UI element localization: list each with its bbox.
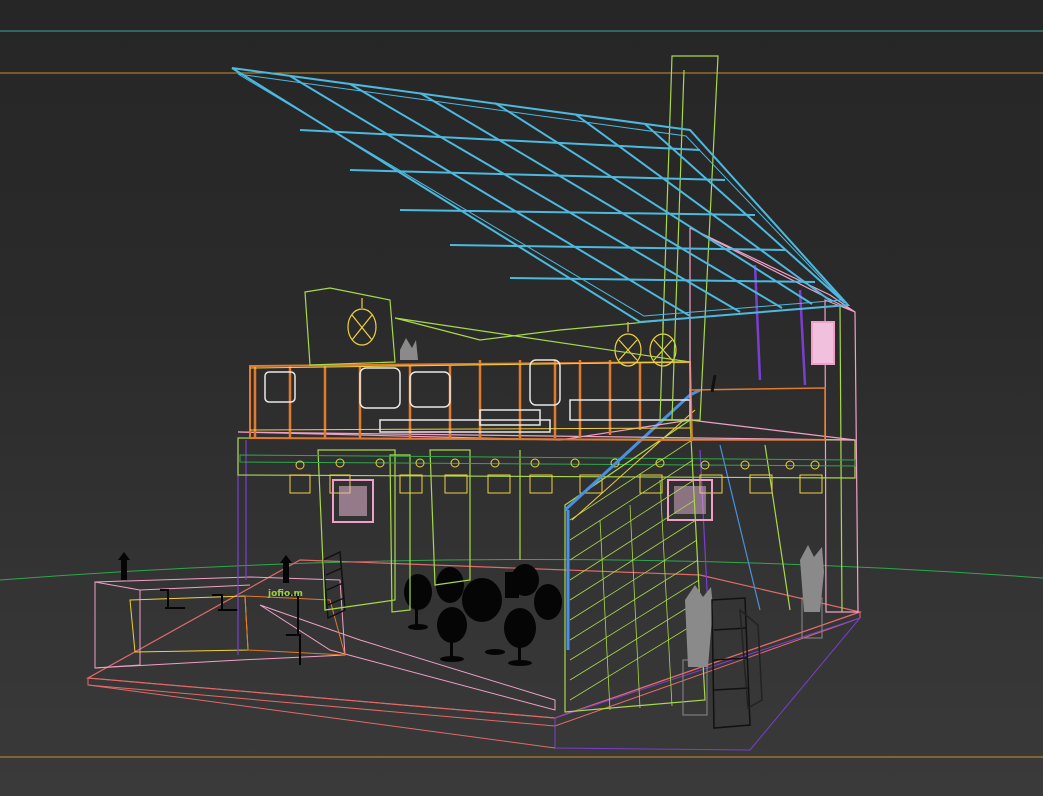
upper-sofas xyxy=(264,359,691,433)
magazine-rack-right xyxy=(711,597,763,729)
bar-stools xyxy=(160,589,301,665)
lower-ceiling-beam xyxy=(237,437,856,494)
lounge-chairs xyxy=(404,564,562,666)
pendant-lamps xyxy=(347,298,677,367)
3d-viewport[interactable]: jofio.m xyxy=(0,0,1043,796)
reception-counter xyxy=(94,576,346,669)
booth-logo-text: jofio.m xyxy=(268,589,303,599)
booth-wireframe-scene[interactable] xyxy=(0,0,1043,796)
upper-deck xyxy=(237,360,856,442)
